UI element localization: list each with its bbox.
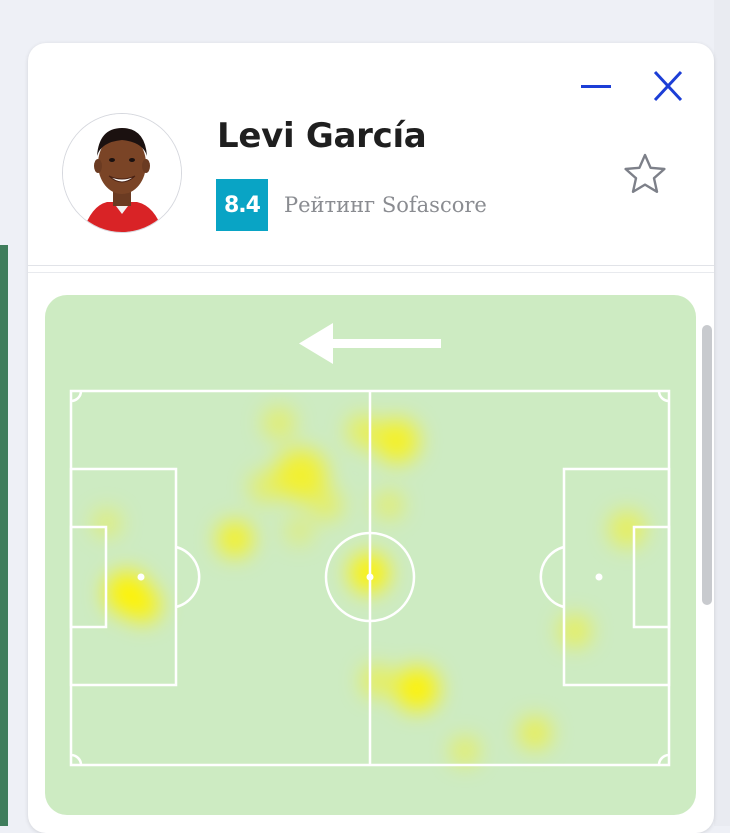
player-avatar xyxy=(62,113,182,233)
corner-arc xyxy=(70,753,83,766)
heat-spot xyxy=(361,665,393,697)
close-icon xyxy=(653,70,683,102)
rating-label: Рейтинг Sofascore xyxy=(284,193,487,217)
right-penalty-arc xyxy=(539,545,565,609)
header-divider xyxy=(28,265,714,266)
player-popup: Levi García 8.4 Рейтинг Sofascore xyxy=(28,43,714,833)
heat-spot xyxy=(451,737,479,765)
background-right xyxy=(714,0,730,826)
heat-spot xyxy=(609,511,645,547)
heat-spot xyxy=(519,717,551,749)
close-button[interactable] xyxy=(650,67,686,105)
corner-arc xyxy=(70,390,83,403)
heat-spot xyxy=(395,667,439,711)
minimize-button[interactable] xyxy=(578,71,614,103)
minus-icon xyxy=(581,85,611,88)
heat-spot xyxy=(249,471,281,503)
heat-spot xyxy=(125,587,161,623)
heatmap-card xyxy=(45,295,696,815)
scrollbar-thumb[interactable] xyxy=(702,325,712,605)
heatmap-pitch xyxy=(69,323,671,767)
left-penalty-arc xyxy=(175,545,201,609)
heat-spot xyxy=(285,517,313,545)
heat-spot xyxy=(311,489,343,521)
favorite-button[interactable] xyxy=(622,151,668,197)
heat-spot xyxy=(263,407,295,439)
heat-spot xyxy=(375,491,403,519)
header-divider-secondary xyxy=(28,272,714,273)
corner-arc xyxy=(657,753,670,766)
right-penalty-spot xyxy=(595,573,603,581)
heat-spot xyxy=(375,419,419,463)
player-photo xyxy=(63,114,181,232)
heat-spot xyxy=(217,521,253,557)
pitch-spots xyxy=(137,573,603,581)
center-spot xyxy=(366,573,374,581)
player-name: Levi García xyxy=(217,116,427,156)
corner-arc xyxy=(657,390,670,403)
background-green-edge xyxy=(0,245,8,826)
left-penalty-spot xyxy=(137,573,145,581)
arrow-left-icon xyxy=(299,323,441,364)
right-penalty-area xyxy=(562,467,671,687)
star-outline-icon xyxy=(624,153,666,193)
heat-spot xyxy=(347,415,379,447)
left-goal-area xyxy=(69,525,108,629)
rating-badge: 8.4 xyxy=(216,179,268,231)
